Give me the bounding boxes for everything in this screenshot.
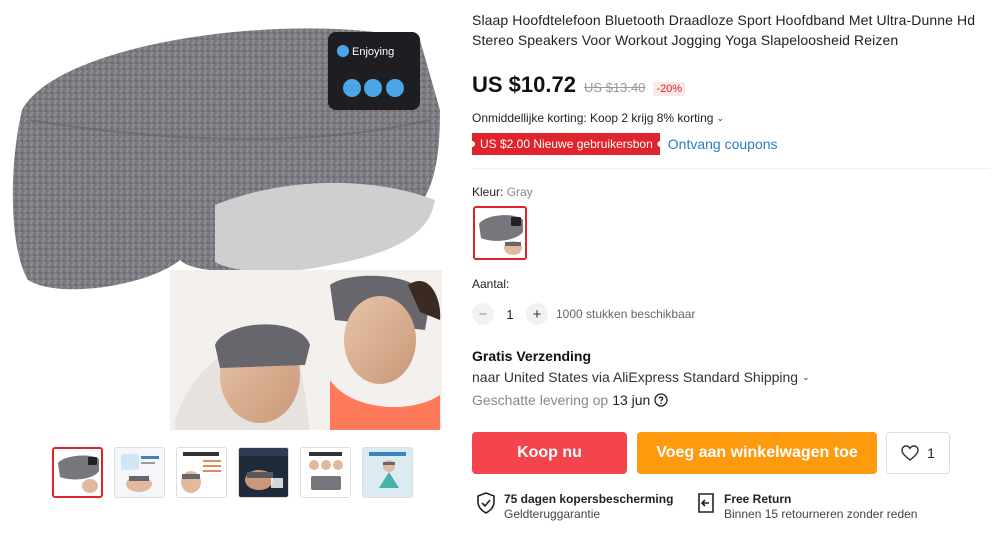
thumbnail-strip xyxy=(52,447,413,498)
thumbnail-dark-sleeping-mask[interactable] xyxy=(238,447,289,498)
shipping-method[interactable]: naar United States via AliExpress Standa… xyxy=(472,369,810,385)
shipping-title: Gratis Verzending xyxy=(472,348,592,364)
product-page: Enjoying Slaap Hoofdtelefoon Bluetooth D… xyxy=(0,0,999,544)
free-return: Free Return Binnen 15 retourneren zonder… xyxy=(696,492,917,522)
headband-image: Enjoying xyxy=(12,28,442,430)
quantity-stepper: − 1 + 1000 stukken beschikbaar xyxy=(472,303,695,325)
thumbnail-yoga-wearing[interactable] xyxy=(362,447,413,498)
coupon-row: US $2.00 Nieuwe gebruikersbon Ontvang co… xyxy=(472,133,778,155)
new-user-coupon-badge: US $2.00 Nieuwe gebruikersbon xyxy=(472,133,661,155)
product-title: Slaap Hoofdtelefoon Bluetooth Draadloze … xyxy=(472,12,976,48)
return-subtitle: Binnen 15 retourneren zonder reden xyxy=(724,507,918,521)
shield-check-icon xyxy=(477,492,495,514)
color-label: Kleur: Gray xyxy=(472,185,533,199)
wishlist-count: 1 xyxy=(927,445,935,461)
thumbnail-image xyxy=(239,448,288,497)
help-icon[interactable] xyxy=(654,393,669,407)
color-label-text: Kleur: xyxy=(472,185,504,199)
quantity-label: Aantal: xyxy=(472,277,510,291)
quantity-increase-button[interactable]: + xyxy=(526,303,548,325)
return-box-icon xyxy=(698,493,714,513)
quantity-input[interactable]: 1 xyxy=(494,307,526,322)
estimated-delivery: Geschatte levering op 13 jun xyxy=(472,392,669,408)
chevron-down-icon: ⌄ xyxy=(716,112,724,123)
buyer-protection: 75 dagen kopersbescherming Geldteruggara… xyxy=(476,492,673,522)
color-swatch-image xyxy=(479,215,523,255)
thumbnail-one-size-fits-all[interactable] xyxy=(300,447,351,498)
current-price: US $10.72 xyxy=(472,72,576,97)
original-price: US $13.40 xyxy=(583,80,646,95)
color-value: Gray xyxy=(506,185,533,199)
get-coupons-link[interactable]: Ontvang coupons xyxy=(668,136,778,152)
thumbnail-headband-gray[interactable] xyxy=(52,447,103,498)
shipping-method-text: naar United States via AliExpress Standa… xyxy=(472,369,799,385)
thumbnail-sleeping-man-features[interactable] xyxy=(114,447,165,498)
quantity-decrease-button[interactable]: − xyxy=(472,303,494,325)
wishlist-button[interactable]: 1 xyxy=(886,432,950,474)
price-row: US $10.72 US $13.40 -20% xyxy=(472,72,686,98)
protection-title: 75 dagen kopersbescherming xyxy=(504,492,674,506)
add-to-cart-button[interactable]: Voeg aan winkelwagen toe xyxy=(637,432,877,474)
headband-text: Enjoying xyxy=(352,46,394,58)
thumbnail-image xyxy=(177,448,226,497)
thumbnail-image xyxy=(58,455,99,493)
thumbnail-image xyxy=(301,448,350,497)
delivery-date: 13 jun xyxy=(612,392,651,408)
color-option-gray[interactable] xyxy=(473,206,527,260)
stock-availability: 1000 stukken beschikbaar xyxy=(556,307,696,321)
discount-badge: -20% xyxy=(653,82,686,96)
chevron-down-icon: ⌄ xyxy=(802,371,810,382)
instant-discount-text: Onmiddellijke korting: Koop 2 krijg 8% k… xyxy=(472,111,714,125)
protection-subtitle: Geldteruggarantie xyxy=(504,507,601,521)
thumbnail-feature-list-sleeper[interactable] xyxy=(176,447,227,498)
divider xyxy=(472,168,990,169)
buy-now-button[interactable]: Koop nu xyxy=(472,432,627,474)
instant-discount[interactable]: Onmiddellijke korting: Koop 2 krijg 8% k… xyxy=(472,111,724,125)
heart-icon xyxy=(901,445,919,461)
main-product-image[interactable]: Enjoying xyxy=(0,0,442,430)
thumbnail-image xyxy=(115,448,164,497)
delivery-label: Geschatte levering op xyxy=(472,392,609,408)
thumbnail-image xyxy=(363,448,412,497)
return-title: Free Return xyxy=(724,492,792,506)
